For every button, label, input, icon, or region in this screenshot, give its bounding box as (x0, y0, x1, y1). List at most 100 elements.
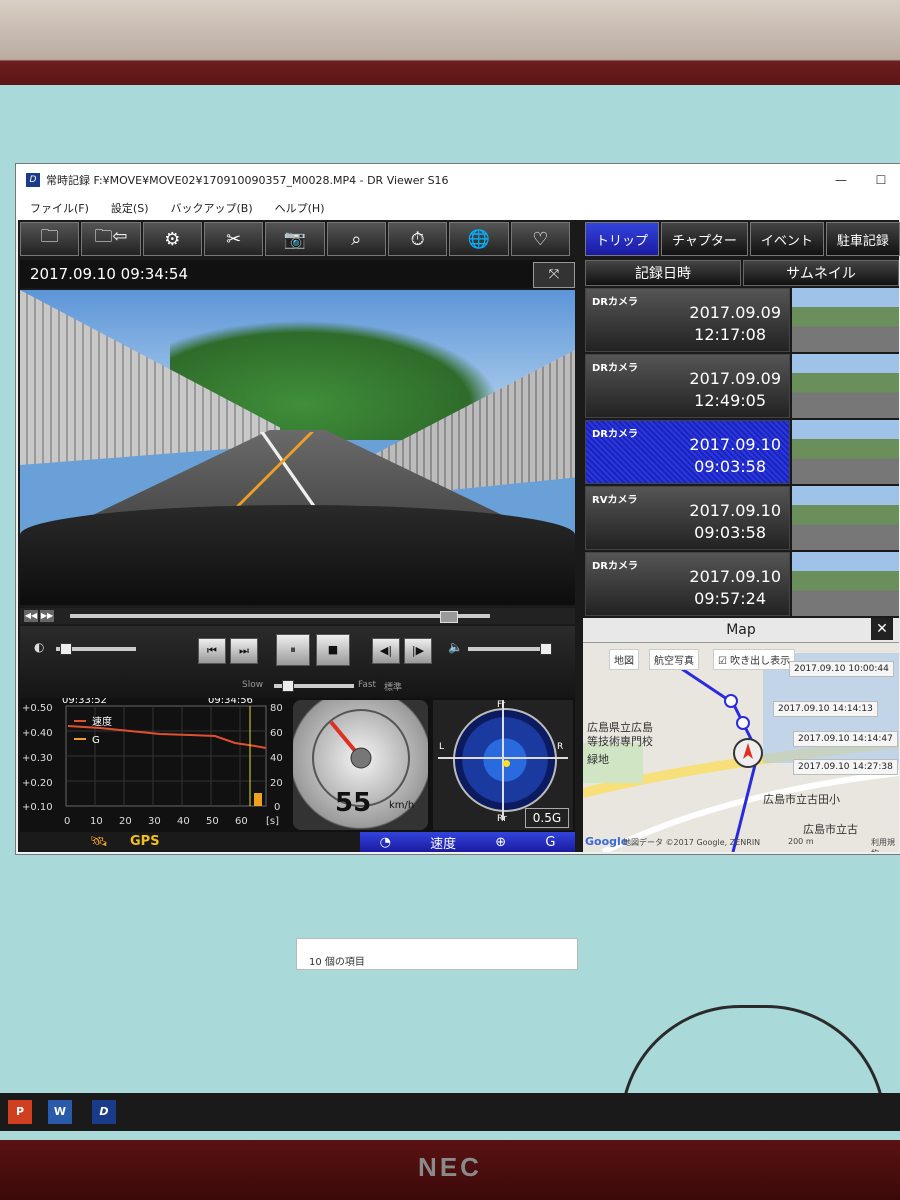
menu-settings[interactable]: 設定(S) (111, 200, 149, 216)
g-rear-label: Rr (497, 814, 507, 824)
skip-back-icon: ⏮ (207, 644, 217, 657)
map-popup[interactable]: 2017.09.10 14:14:47 (793, 731, 898, 747)
tab-chapter[interactable]: チャプター (661, 222, 748, 256)
map-attribution: 地図データ ©2017 Google, ZENRIN (623, 838, 761, 847)
stopwatch-icon: ⏱ (410, 228, 425, 250)
seek-track[interactable] (70, 614, 490, 618)
stop-button[interactable]: ■ (316, 634, 350, 666)
map-close-button[interactable]: ✕ (871, 618, 893, 640)
popup-toggle-checkbox[interactable]: ☑ 吹き出し表示 (713, 649, 796, 670)
gear-icon: ⚙ (164, 228, 181, 250)
step-back-button[interactable]: ◀| (372, 638, 400, 664)
record-time: 09:03:58 (694, 457, 766, 476)
menu-backup[interactable]: バックアップ(B) (171, 200, 253, 216)
playback-speed-thumb[interactable] (282, 680, 294, 692)
g-force-value: 0.5G (525, 808, 569, 828)
map-popup[interactable]: 2017.09.10 14:27:38 (793, 759, 898, 775)
record-time: 12:17:08 (694, 325, 766, 344)
list-header-date[interactable]: 記録日時 (585, 260, 741, 286)
graph-right-tick: 60 (270, 728, 283, 739)
video-datetime: 2017.09.10 09:34:54 (20, 260, 575, 288)
graph-x-tick: 50 (206, 816, 219, 827)
forward-icon[interactable]: ▶▶ (40, 610, 54, 622)
map-title: Map (726, 622, 756, 638)
g-mode-button[interactable]: G (545, 835, 555, 850)
menu-help[interactable]: ヘルプ(H) (275, 200, 325, 216)
map-view[interactable]: 地図 航空写真 ☑ 吹き出し表示 2017.09.10 10:00:44 201… (583, 643, 899, 852)
map-label-school-2: 等技術専門校 (587, 735, 653, 748)
open-folder-button[interactable]: 🗀 (20, 222, 80, 256)
map-tab-satellite[interactable]: 航空写真 (649, 649, 699, 670)
toolbar: 🗀 🗀⇦ ⚙ ✂ 📷 ⌕ ⏱ 🌐 ♡ (20, 222, 570, 256)
camera-icon: 📷 (283, 228, 307, 250)
seek-thumb[interactable] (440, 611, 458, 623)
volume-thumb[interactable] (540, 643, 552, 655)
explorer-window[interactable]: 10 個の項目 (296, 938, 578, 970)
import-folder-button[interactable]: 🗀⇦ (81, 222, 141, 256)
speedometer: 55 km/h (293, 700, 428, 830)
minimize-button[interactable]: — (821, 173, 861, 187)
speed-mode-button[interactable]: 速度 (430, 833, 456, 852)
step-forward-button[interactable]: |▶ (404, 638, 432, 664)
rewind-icon[interactable]: ◀◀ (24, 610, 38, 622)
record-time: 09:57:24 (694, 589, 766, 608)
list-item[interactable]: DRカメラ 2017.09.10 09:57:24 (585, 552, 899, 616)
graph-x-tick: 60 (235, 816, 248, 827)
snapshot-button[interactable]: 📷 (265, 222, 325, 256)
map-popup[interactable]: 2017.09.10 10:00:44 (789, 661, 894, 677)
fullscreen-button[interactable]: ⤧ (533, 262, 575, 288)
thumbnail-image (792, 354, 899, 418)
menu-file[interactable]: ファイル(F) (30, 200, 89, 216)
tab-trip[interactable]: トリップ (585, 222, 660, 256)
timer-button[interactable]: ⏱ (387, 222, 448, 256)
graph-time-end: 09:34:56 (208, 698, 253, 706)
graph-time-start: 09:33:52 (62, 698, 107, 706)
record-time: 12:49:05 (694, 391, 766, 410)
prev-file-button[interactable]: ⏮ (198, 638, 226, 664)
pause-button[interactable]: ⏸ (276, 634, 310, 666)
powerpoint-icon[interactable]: P (8, 1100, 32, 1124)
settings-button[interactable]: ⚙ (142, 222, 202, 256)
speed-slow-label: Slow (242, 680, 264, 690)
map-tab-map[interactable]: 地図 (609, 649, 639, 670)
word-icon[interactable]: W (48, 1100, 72, 1124)
graph-left-tick: +0.20 (22, 778, 53, 789)
taskbar: P W D (0, 1093, 900, 1131)
graph-left-tick: +0.40 (22, 728, 53, 739)
graph-left-tick: +0.10 (22, 802, 53, 813)
tab-event[interactable]: イベント (749, 222, 824, 256)
graph-x-unit: [s] (266, 816, 279, 827)
g-right-label: R (557, 742, 564, 752)
window-title: 常時記録 F:¥MOVE¥MOVE02¥170910090357_M0028.M… (46, 174, 449, 187)
list-item-selected[interactable]: DRカメラ 2017.09.10 09:03:58 (585, 420, 899, 484)
expand-icon: ⤧ (548, 267, 560, 282)
list-item[interactable]: DRカメラ 2017.09.09 12:17:08 (585, 288, 899, 352)
list-item[interactable]: DRカメラ 2017.09.09 12:49:05 (585, 354, 899, 418)
globe-icon: 🌐 (467, 228, 491, 250)
tab-parking[interactable]: 駐車記録 (825, 222, 900, 256)
crosshair-icon[interactable]: ⊕ (495, 835, 506, 850)
satellite-icon: 🛰 (90, 834, 108, 850)
search-button[interactable]: ⌕ (326, 222, 386, 256)
heartbeat-button[interactable]: ♡ (510, 222, 570, 256)
thumbnail-image (792, 288, 899, 352)
dr-viewer-icon[interactable]: D (92, 1100, 116, 1124)
map-popup[interactable]: 2017.09.10 14:14:13 (773, 701, 878, 717)
list-item[interactable]: RVカメラ 2017.09.10 09:03:58 (585, 486, 899, 550)
list-header-thumbnail[interactable]: サムネイル (743, 260, 899, 286)
brightness-thumb[interactable] (60, 643, 72, 655)
video-frame[interactable] (20, 290, 575, 605)
step-back-icon: ◀| (379, 644, 393, 657)
folder-arrow-icon: 🗀⇦ (94, 226, 128, 247)
graph-x-tick: 40 (177, 816, 190, 827)
speedometer-icon[interactable]: ◔ (380, 835, 391, 850)
seek-bar[interactable]: ◀◀ ▶▶ (20, 608, 575, 624)
map-terms[interactable]: 利用規約 (871, 837, 899, 852)
volume-slider[interactable] (468, 647, 548, 651)
globe-button[interactable]: 🌐 (449, 222, 509, 256)
maximize-button[interactable]: ☐ (861, 173, 900, 187)
cut-button[interactable]: ✂ (203, 222, 264, 256)
popup-toggle-label: 吹き出し表示 (730, 656, 791, 667)
g-front-label: Fr (497, 700, 506, 710)
next-file-button[interactable]: ⏭ (230, 638, 258, 664)
